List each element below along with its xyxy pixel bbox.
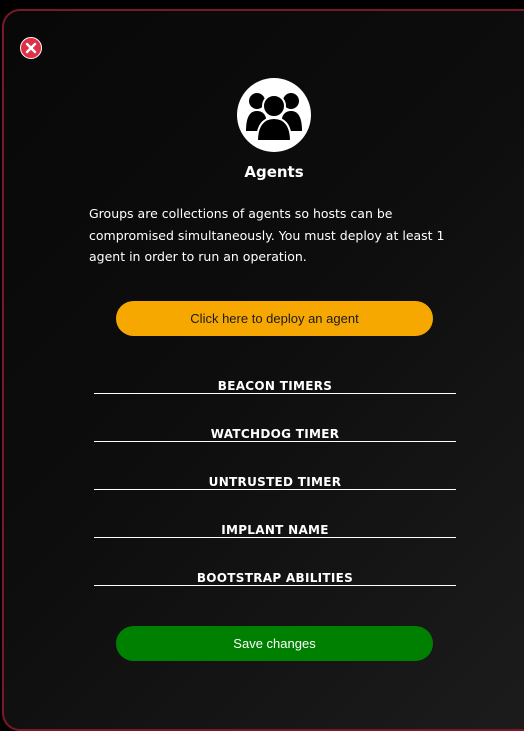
save-changes-button[interactable]: Save changes — [116, 626, 433, 661]
bootstrap-abilities-field[interactable]: BOOTSTRAP ABILITIES — [94, 565, 456, 586]
modal-description: Groups are collections of agents so host… — [89, 206, 445, 264]
beacon-timers-field[interactable]: BEACON TIMERS — [94, 373, 456, 394]
close-button[interactable] — [20, 37, 42, 59]
watchdog-timer-field[interactable]: WATCHDOG TIMER — [94, 421, 456, 442]
users-group-icon — [246, 93, 302, 142]
close-icon — [25, 42, 37, 54]
avatar — [237, 78, 311, 152]
implant-name-field[interactable]: IMPLANT NAME — [94, 517, 456, 538]
modal-title: Agents — [244, 163, 304, 181]
agents-modal: Agents Groups are collections of agents … — [2, 9, 524, 731]
deploy-agent-button[interactable]: Click here to deploy an agent — [116, 301, 433, 336]
untrusted-timer-field[interactable]: UNTRUSTED TIMER — [94, 469, 456, 490]
